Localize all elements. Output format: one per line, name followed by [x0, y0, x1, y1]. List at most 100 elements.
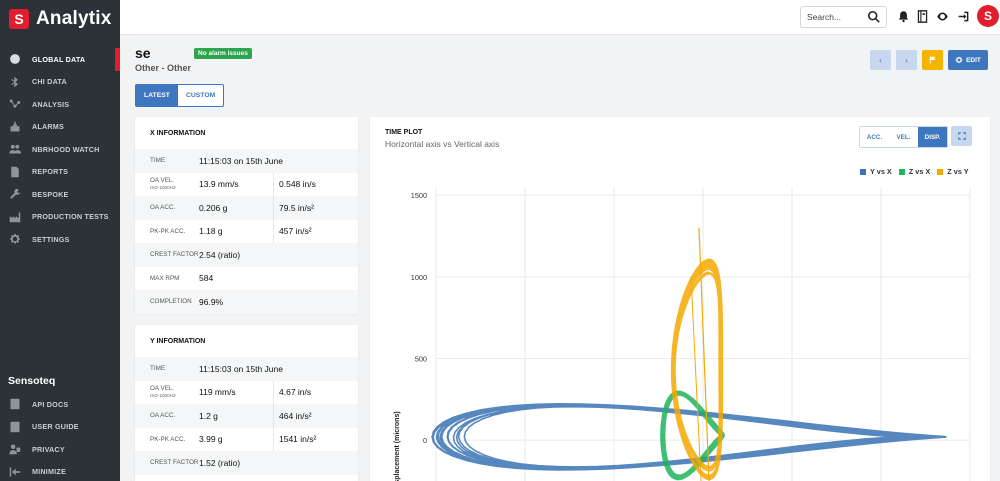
sidebar-item-global-data[interactable]: GLOBAL DATA — [0, 48, 120, 71]
sidebar-item-label: GLOBAL DATA — [32, 54, 86, 64]
row-label: CREST FACTOR — [150, 251, 199, 259]
plot-mode-tabs: ACC. VEL. DISP. — [859, 126, 948, 148]
bluetooth-icon — [8, 75, 22, 89]
row-value: 1.52 (ratio) — [199, 457, 241, 468]
status-badge: No alarm issues — [194, 48, 252, 59]
edit-button[interactable]: EDIT — [948, 50, 988, 70]
sidebar-item-reports[interactable]: REPORTS — [0, 161, 120, 184]
row-value: 2.54 (ratio) — [199, 249, 241, 260]
row-value: 119 mm/s — [199, 387, 236, 398]
legend-item[interactable]: Y vs X — [860, 167, 892, 176]
top-bar: Search... S — [120, 0, 1000, 35]
row-sublabel: ISO-1000HZ — [150, 185, 176, 191]
legend-swatch-zy — [937, 168, 944, 175]
flag-icon — [929, 56, 935, 64]
flag-button[interactable] — [922, 50, 943, 70]
eye-icon[interactable] — [936, 10, 949, 23]
y-axis-label: Displacement (microns) — [394, 411, 401, 481]
table-row: COMPLETION 96.9% — [135, 290, 358, 314]
row-value-imperial: 464 in/s² — [273, 404, 312, 428]
sidebar-item-analysis[interactable]: ANALYSIS — [0, 93, 120, 116]
sidebar-item-privacy[interactable]: PRIVACY — [0, 438, 120, 461]
row-value: 11:15:03 on 15th June — [199, 155, 283, 166]
x-information-card: X INFORMATION TIME 11:15:03 on 15th June O… — [135, 117, 358, 314]
bell-icon[interactable] — [897, 10, 910, 23]
previous-button[interactable]: ‹ — [870, 50, 891, 70]
analysis-icon — [8, 97, 22, 111]
table-row: PK-PK ACC. 1.18 g 457 in/s² — [135, 219, 358, 243]
series-line-y-vs-x[interactable] — [431, 403, 947, 471]
row-value-imperial: 79.5 in/s² — [273, 196, 314, 220]
table-row: OA VEL. ISO-1000HZ 119 mm/s 4.67 in/s — [135, 380, 358, 404]
mode-acc-button[interactable]: ACC. — [860, 127, 889, 147]
brand-logo-icon: S — [9, 9, 29, 29]
sidebar-item-bespoke[interactable]: BESPOKE — [0, 183, 120, 206]
table-row: TIME 11:15:03 on 15th June — [135, 357, 358, 381]
chart-legend: Y vs X Z vs X Z vs Y — [860, 167, 976, 176]
row-label: TIME — [150, 157, 166, 165]
table-row: CREST FACTOR 1.52 (ratio) — [135, 451, 358, 475]
logout-icon[interactable] — [957, 10, 970, 23]
next-button[interactable]: › — [896, 50, 917, 70]
expand-icon — [957, 132, 966, 140]
notebook-icon[interactable] — [916, 10, 929, 23]
table-row: OA VEL. ISO-1000HZ 13.9 mm/s 0.548 in/s — [135, 172, 358, 196]
row-label: OA VEL. ISO-1000HZ — [135, 385, 199, 399]
sidebar-item-label: PRODUCTION TESTS — [32, 212, 109, 222]
fullscreen-button[interactable] — [951, 126, 972, 146]
mode-disp-button[interactable]: DISP. — [918, 127, 947, 147]
sidebar-item-label: REPORTS — [32, 167, 69, 177]
table-row: TIME 11:15:03 on 15th June — [135, 149, 358, 173]
mode-vel-button[interactable]: VEL. — [889, 127, 918, 147]
legend-item[interactable]: Z vs X — [898, 167, 931, 176]
book-icon — [8, 397, 22, 411]
row-label: TIME — [150, 365, 166, 373]
sidebar-item-minimize[interactable]: MINIMIZE — [0, 461, 120, 481]
search-box[interactable]: Search... — [800, 6, 887, 28]
legend-label: Y vs X — [870, 167, 892, 176]
wrench-icon — [8, 187, 22, 201]
avatar[interactable]: S — [977, 5, 999, 27]
row-sublabel: ISO-1000HZ — [150, 393, 176, 399]
legend-item[interactable]: Z vs Y — [937, 167, 969, 176]
legend-swatch-yx — [860, 168, 866, 175]
chevron-left-icon: ‹ — [879, 55, 882, 65]
sidebar-item-nbrhood-watch[interactable]: NBRHOOD WATCH — [0, 138, 120, 161]
table-row: OA ACC. 1.2 g 464 in/s² — [135, 404, 358, 428]
search-icon[interactable] — [867, 10, 881, 24]
sidebar-item-production-tests[interactable]: PRODUCTION TESTS — [0, 206, 120, 229]
sidebar-item-label: NBRHOOD WATCH — [32, 144, 100, 154]
sidebar-item-settings[interactable]: SETTINGS — [0, 228, 120, 251]
breadcrumb[interactable]: Other - Other — [135, 63, 191, 73]
time-plot-panel: 1500 1000 500 0 Displacement (microns) TIME … — [370, 117, 990, 481]
people-icon — [8, 142, 22, 156]
globe-icon — [8, 52, 22, 66]
sidebar-item-label: MINIMIZE — [32, 467, 66, 477]
sidebar-item-chi-data[interactable]: CHI DATA — [0, 71, 120, 94]
sidebar-item-label: CHI DATA — [32, 77, 67, 87]
brand[interactable]: S Analytix — [0, 0, 120, 38]
tab-custom[interactable]: CUSTOM — [178, 85, 223, 106]
sidebar-item-alarms[interactable]: ALARMS — [0, 116, 120, 139]
sidebar-item-api-docs[interactable]: API DOCS — [0, 393, 120, 416]
sidebar-item-label: API DOCS — [32, 399, 69, 409]
chevron-right-icon: › — [905, 55, 908, 65]
time-range-tabs: LATEST CUSTOM — [135, 84, 225, 107]
row-value: 11:15:03 on 15th June — [199, 363, 283, 374]
y-tick-label: 1500 — [411, 191, 427, 200]
row-label: PK-PK ACC. — [150, 227, 186, 235]
brand-name: Analytix — [36, 8, 112, 29]
table-row: OA ACC. 0.206 g 79.5 in/s² — [135, 196, 358, 220]
search-input[interactable]: Search... — [807, 12, 867, 22]
row-value: 96.9% — [199, 296, 224, 307]
legend-label: Z vs X — [908, 167, 931, 176]
row-label: OA ACC. — [150, 204, 176, 212]
row-label: COMPLETION — [150, 298, 192, 306]
table-row: PK-PK ACC. 3.99 g 1541 in/s² — [135, 427, 358, 451]
row-label: PK-PK ACC. — [150, 435, 186, 443]
tab-latest[interactable]: LATEST — [136, 85, 178, 106]
row-label: CREST FACTOR — [150, 459, 199, 467]
row-value: 13.9 mm/s — [199, 179, 239, 190]
sidebar-item-label: PRIVACY — [32, 444, 65, 454]
sidebar-item-user-guide[interactable]: USER GUIDE — [0, 416, 120, 439]
